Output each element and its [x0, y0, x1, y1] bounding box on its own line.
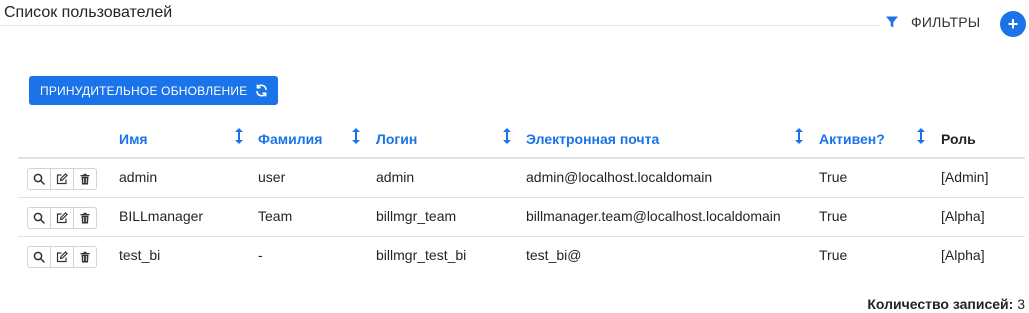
view-button[interactable] — [28, 208, 50, 228]
users-table: Имя Фамилия Логин Электронная почта Акти… — [18, 120, 1025, 275]
cell-login: billmgr_test_bi — [376, 247, 467, 263]
cell-first-name: test_bi — [119, 247, 161, 263]
record-count: Количество записей: 3 — [867, 296, 1025, 312]
sort-icon[interactable] — [351, 128, 361, 144]
column-header-active[interactable]: Активен? — [819, 131, 885, 147]
cell-first-name: BILLmanager — [119, 208, 204, 224]
record-count-label: Количество записей: — [867, 296, 1014, 312]
cell-role: [Admin] — [941, 169, 989, 185]
filters-label: ФИЛЬТРЫ — [911, 14, 981, 30]
search-icon — [33, 251, 45, 263]
trash-icon — [80, 173, 90, 185]
row-actions — [27, 168, 97, 190]
refresh-icon — [255, 84, 268, 97]
cell-first-name: admin — [119, 169, 158, 185]
view-button[interactable] — [28, 169, 50, 189]
cell-email: billmanager.team@localhost.localdomain — [526, 208, 781, 224]
cell-active: True — [819, 208, 848, 224]
trash-icon — [80, 251, 90, 263]
page-title: Список пользователей — [4, 4, 173, 21]
table-row: test_bi - billmgr_test_bi test_bi@ True … — [18, 237, 1025, 275]
table-row: admin user admin admin@localhost.localdo… — [18, 159, 1025, 198]
row-actions — [27, 207, 97, 229]
edit-button[interactable] — [50, 169, 73, 189]
edit-button[interactable] — [50, 208, 73, 228]
cell-active: True — [819, 247, 848, 263]
refresh-label: ПРИНУДИТЕЛЬНОЕ ОБНОВЛЕНИЕ — [40, 83, 248, 98]
sort-icon[interactable] — [794, 128, 804, 144]
sort-icon[interactable] — [502, 128, 512, 144]
title-divider — [0, 25, 880, 26]
delete-button[interactable] — [73, 169, 96, 189]
search-icon — [33, 173, 45, 185]
cell-role: [Alpha] — [941, 247, 985, 263]
edit-icon — [56, 212, 68, 224]
add-user-button[interactable]: + — [1000, 11, 1026, 37]
plus-icon: + — [1007, 14, 1019, 34]
row-actions — [27, 246, 97, 268]
edit-icon — [56, 251, 68, 263]
filter-icon — [885, 15, 899, 29]
cell-last-name: user — [258, 169, 286, 185]
cell-last-name: - — [258, 247, 263, 263]
edit-button[interactable] — [50, 247, 73, 267]
force-refresh-button[interactable]: ПРИНУДИТЕЛЬНОЕ ОБНОВЛЕНИЕ — [29, 76, 279, 105]
delete-button[interactable] — [73, 208, 96, 228]
cell-last-name: Team — [258, 208, 293, 224]
trash-icon — [80, 212, 90, 224]
cell-active: True — [819, 169, 848, 185]
cell-email: admin@localhost.localdomain — [526, 169, 713, 185]
cell-login: billmgr_team — [376, 208, 457, 224]
search-icon — [33, 212, 45, 224]
sort-icon[interactable] — [234, 128, 244, 144]
filters-button[interactable]: ФИЛЬТРЫ — [885, 14, 980, 30]
table-row: BILLmanager Team billmgr_team billmanage… — [18, 198, 1025, 237]
column-header-last-name[interactable]: Фамилия — [258, 131, 322, 147]
column-header-email[interactable]: Электронная почта — [526, 131, 659, 147]
table-header: Имя Фамилия Логин Электронная почта Акти… — [18, 120, 1025, 159]
cell-login: admin — [376, 169, 415, 185]
view-button[interactable] — [28, 247, 50, 267]
cell-role: [Alpha] — [941, 208, 985, 224]
edit-icon — [56, 173, 68, 185]
sort-icon[interactable] — [916, 128, 926, 144]
column-header-role: Роль — [941, 131, 976, 147]
column-header-login[interactable]: Логин — [376, 131, 417, 147]
column-header-first-name[interactable]: Имя — [119, 131, 148, 147]
delete-button[interactable] — [73, 247, 96, 267]
cell-email: test_bi@ — [526, 247, 582, 263]
record-count-value: 3 — [1017, 296, 1025, 312]
